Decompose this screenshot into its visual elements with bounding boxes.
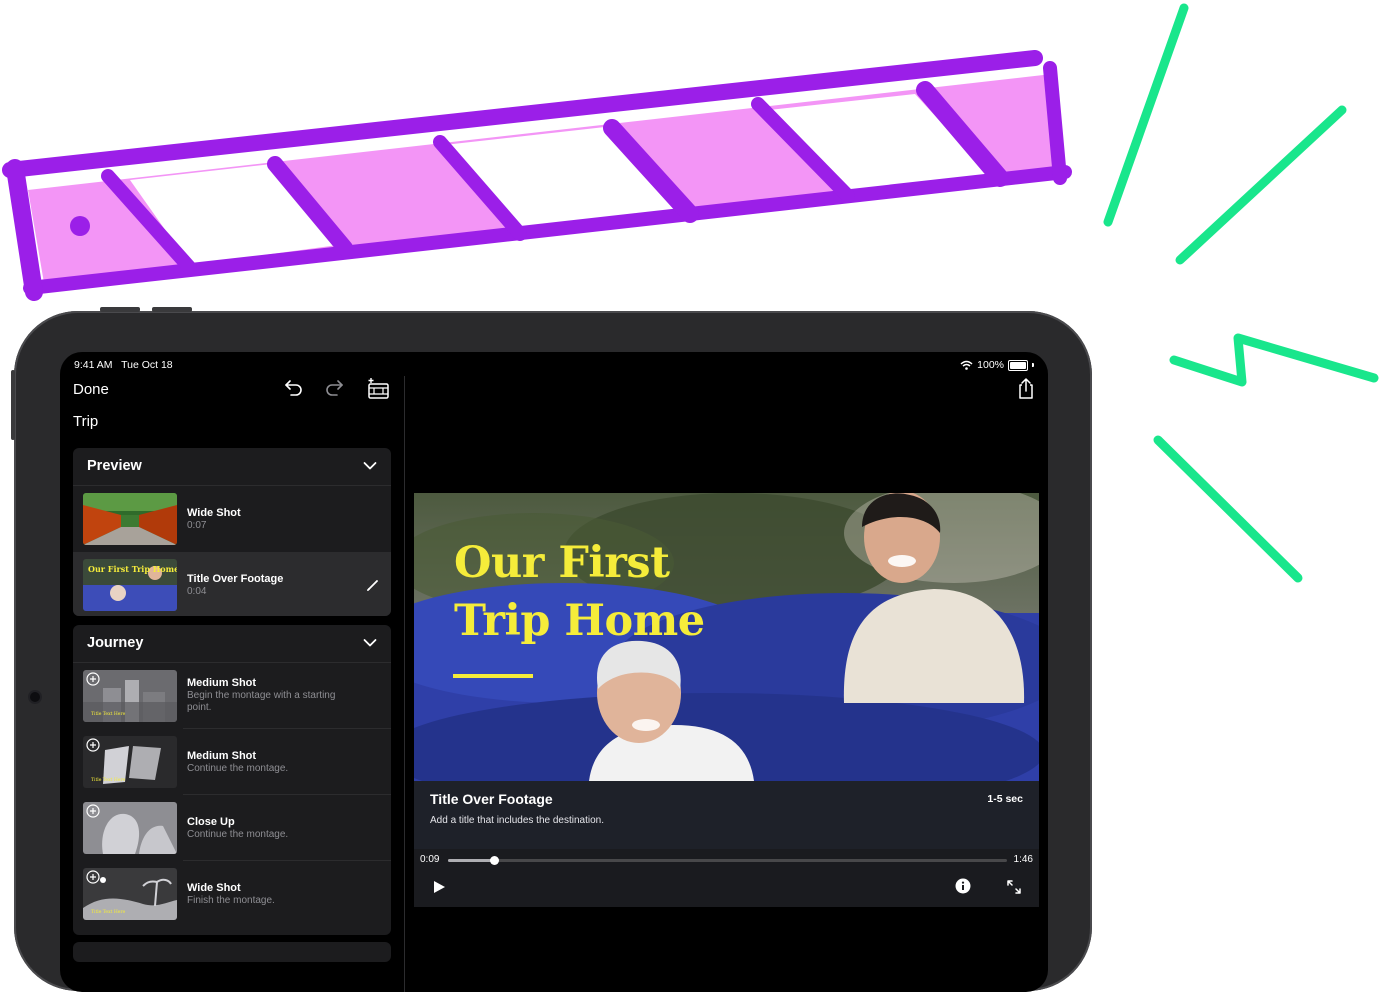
- section-journey: Journey Title Text Here Medium Shot Begi…: [73, 625, 391, 935]
- row-title: Medium Shot: [187, 677, 257, 689]
- redo-icon[interactable]: [322, 376, 348, 402]
- current-time: 0:09: [420, 854, 440, 865]
- list-item[interactable]: Title Text Here Medium Shot Begin the mo…: [73, 663, 391, 729]
- viewer-pane: Our First Trip Home Title Over Footage 1…: [405, 352, 1048, 992]
- section-header[interactable]: Journey: [73, 625, 391, 663]
- row-description: Begin the montage with a starting point.: [187, 690, 336, 713]
- volume-button: [100, 307, 140, 312]
- title-underline: [453, 674, 533, 678]
- add-clip-icon[interactable]: [365, 376, 391, 402]
- video-title-overlay: Our First Trip Home: [454, 534, 705, 650]
- row-description: Continue the montage.: [187, 763, 289, 774]
- list-item[interactable]: Our First Trip Home Title Over Footage 0…: [73, 552, 391, 616]
- playback-controls: 0:09 1:46: [414, 849, 1039, 907]
- chevron-down-icon[interactable]: [363, 638, 377, 648]
- row-title: Wide Shot: [187, 882, 241, 894]
- list-item[interactable]: Title Text Here Wide Shot Finish the mon…: [73, 861, 391, 927]
- medium-shot-thumbnail: Title Text Here: [83, 670, 177, 722]
- scrubber[interactable]: [448, 856, 1007, 865]
- undo-icon[interactable]: [280, 376, 306, 402]
- wide-shot-thumbnail: [83, 493, 177, 545]
- chevron-down-icon[interactable]: [363, 461, 377, 471]
- section-next: [73, 942, 391, 962]
- section-preview: Preview Wide Shot 0:07 Our First Trip Ho…: [73, 448, 391, 616]
- shot-title: Title Over Footage: [430, 791, 553, 807]
- thumbnail-title-text: Title Text Here: [91, 777, 126, 783]
- share-icon[interactable]: [1013, 376, 1039, 402]
- row-title: Title Over Footage: [187, 573, 284, 585]
- section-title: Journey: [87, 635, 144, 651]
- row-duration: 0:07: [187, 520, 207, 531]
- storyboard-sidebar: Done Trip Preview Wide Shot 0:07 Our Fir…: [60, 352, 404, 992]
- front-camera: [30, 692, 40, 702]
- shot-info-panel: Title Over Footage 1-5 sec Add a title t…: [414, 781, 1039, 849]
- info-icon[interactable]: [955, 878, 971, 894]
- title-line-2: Trip Home: [454, 596, 705, 646]
- project-title: Trip: [73, 413, 99, 430]
- title-line-1: Our First: [454, 538, 670, 588]
- row-title: Wide Shot: [187, 507, 241, 519]
- list-item[interactable]: Close Up Continue the montage.: [73, 795, 391, 861]
- section-header[interactable]: Preview: [73, 448, 391, 486]
- shot-duration: 1-5 sec: [987, 793, 1023, 805]
- volume-button: [152, 307, 192, 312]
- title-over-footage-thumbnail: Our First Trip Home: [83, 559, 177, 611]
- close-up-thumbnail: [83, 802, 177, 854]
- row-title: Close Up: [187, 816, 235, 828]
- row-duration: 0:04: [187, 586, 207, 597]
- row-description: Finish the montage.: [187, 895, 275, 906]
- row-title: Medium Shot: [187, 750, 257, 762]
- app-screen: 9:41 AM Tue Oct 18 100% Done Trip Previe…: [60, 352, 1048, 992]
- side-button: [11, 370, 15, 440]
- video-preview[interactable]: Our First Trip Home: [414, 493, 1039, 781]
- expand-icon[interactable]: [1005, 878, 1023, 896]
- pencil-icon[interactable]: [365, 577, 381, 593]
- section-title: Preview: [87, 458, 142, 474]
- list-item[interactable]: Title Text Here Medium Shot Continue the…: [73, 729, 391, 795]
- wide-shot-thumbnail: Title Text Here: [83, 868, 177, 920]
- scrubber-progress: [448, 859, 495, 862]
- row-description: Continue the montage.: [187, 829, 289, 840]
- list-item[interactable]: Wide Shot 0:07: [73, 486, 391, 552]
- thumbnail-title-text: Title Text Here: [91, 711, 126, 717]
- scrubber-handle[interactable]: [490, 856, 500, 865]
- thumbnail-title-text: Title Text Here: [91, 909, 126, 915]
- play-icon[interactable]: [432, 880, 446, 894]
- shot-description: Add a title that includes the destinatio…: [430, 815, 605, 826]
- thumbnail-title-text: Our First Trip Home: [88, 564, 177, 574]
- done-button[interactable]: Done: [73, 381, 109, 398]
- medium-shot-thumbnail: Title Text Here: [83, 736, 177, 788]
- total-time: 1:46: [1013, 854, 1033, 865]
